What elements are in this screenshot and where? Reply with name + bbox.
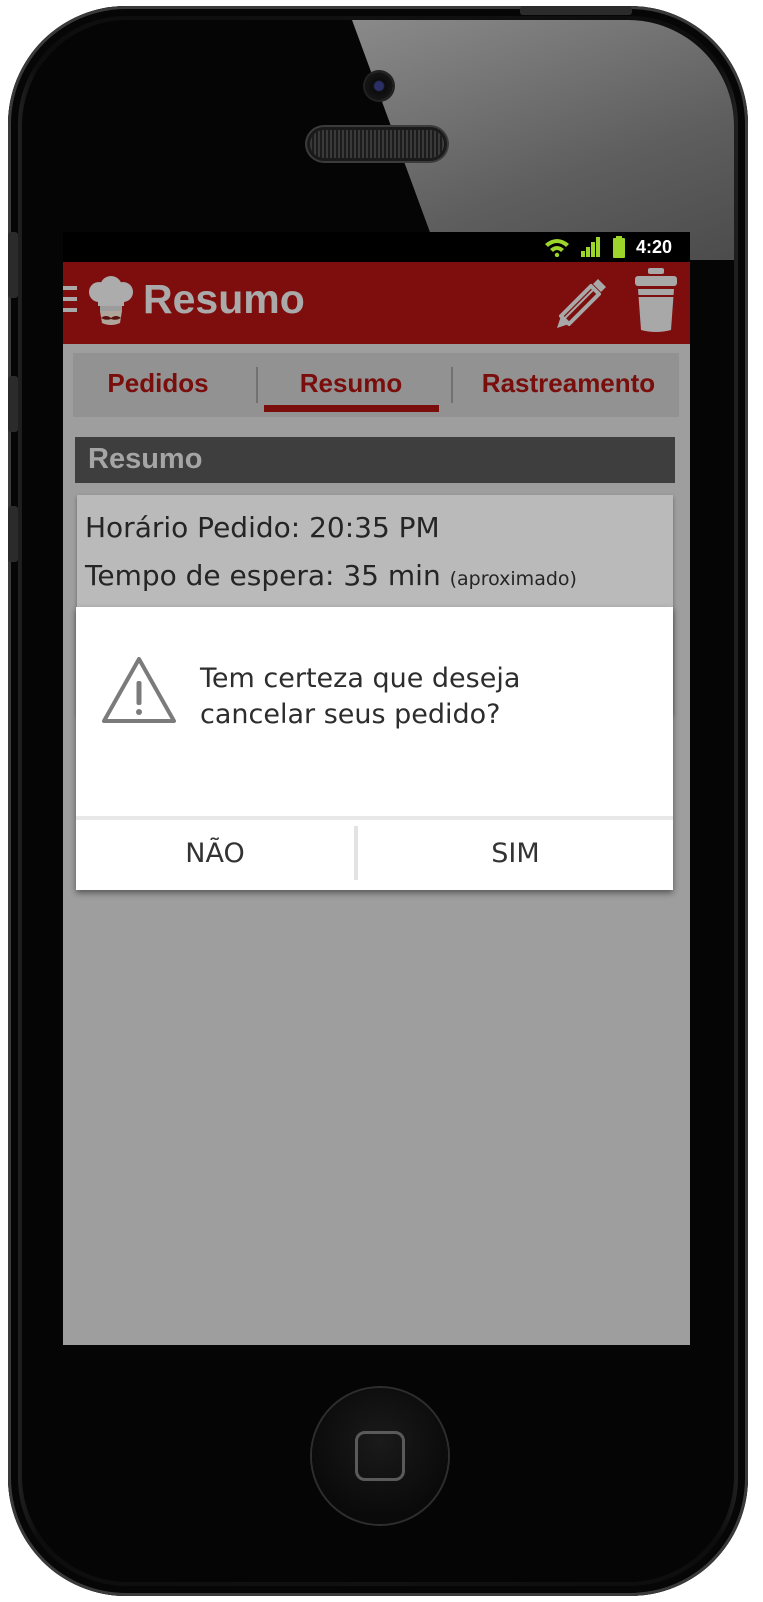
- home-square-icon: [355, 1431, 405, 1481]
- status-bar: 4:20: [63, 232, 690, 262]
- home-button[interactable]: [312, 1388, 448, 1524]
- volume-down-button: [8, 506, 18, 562]
- volume-up-button: [8, 376, 18, 432]
- wifi-icon: [544, 239, 569, 257]
- earpiece-speaker: [310, 130, 444, 158]
- no-button[interactable]: NÃO: [76, 820, 354, 890]
- dialog-message: Tem certeza que deseja cancelar seus ped…: [200, 663, 521, 730]
- app-screen: 4:20 Resumo Pedidos Resumo Rastreamento …: [63, 232, 690, 1345]
- power-button: [520, 6, 632, 15]
- warning-icon: [102, 657, 176, 723]
- front-camera: [365, 72, 393, 100]
- signal-icon: [580, 237, 600, 257]
- mute-switch: [8, 232, 18, 298]
- yes-button[interactable]: SIM: [358, 820, 673, 890]
- status-icons: 4:20: [544, 236, 672, 258]
- status-time: 4:20: [635, 236, 672, 257]
- confirm-dialog: Tem certeza que deseja cancelar seus ped…: [76, 607, 673, 890]
- battery-icon: [612, 236, 625, 258]
